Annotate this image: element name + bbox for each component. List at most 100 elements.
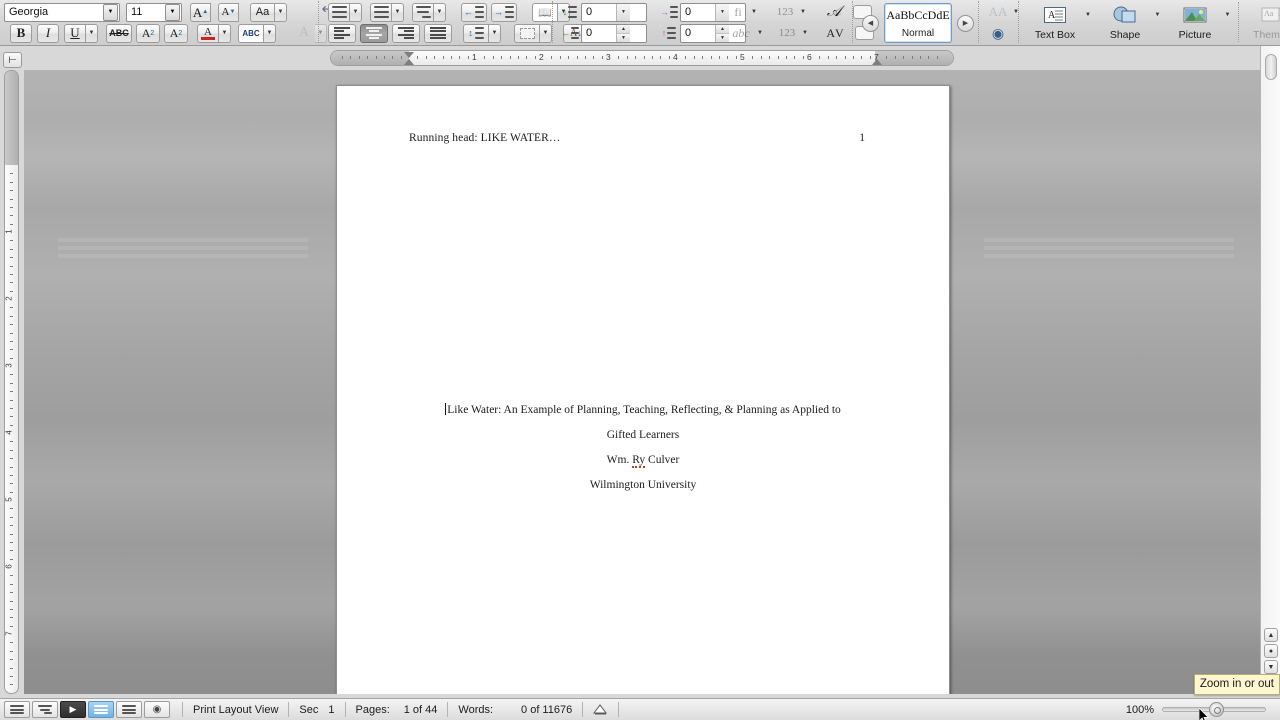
next-page-button[interactable]: ▼ [1264, 660, 1278, 674]
first-line-indent-marker[interactable] [404, 52, 414, 58]
style-normal-item[interactable]: AaBbCcDdE Normal [884, 3, 952, 43]
citation-group-row2: ◉ [986, 22, 1011, 44]
wordart-dropdown-arrow[interactable]: ▼ [1010, 3, 1022, 22]
themes-label: Themes [1253, 29, 1280, 41]
shading-dropdown-arrow[interactable]: ▼ [540, 23, 552, 43]
text-effects-button[interactable]: A [293, 24, 315, 43]
multilevel-list-button[interactable] [412, 2, 434, 22]
multilevel-list-dropdown-arrow[interactable]: ▼ [434, 2, 446, 22]
numbering-dropdown-arrow[interactable]: ▼ [392, 2, 404, 22]
styles-prev-button[interactable]: ◀ [862, 14, 879, 32]
underline-button[interactable]: U [64, 23, 86, 43]
zoom-slider-thumb[interactable] [1209, 702, 1224, 717]
shrink-font-button[interactable]: A ▼ [218, 2, 239, 22]
numbering-button[interactable] [370, 2, 392, 22]
increase-indent-button[interactable]: → [491, 2, 517, 22]
pages-label: Pages: [355, 703, 390, 716]
font-color-button[interactable]: A [197, 23, 219, 43]
align-justify-button[interactable] [424, 23, 452, 43]
title-line-2: Gifted Learners [606, 429, 680, 441]
line-spacing-button[interactable]: ↕ [463, 23, 489, 43]
paragraph-group-row2: ↕ ▼ ▼ A↓ [328, 22, 590, 44]
grow-font-button[interactable]: A ▲ [190, 2, 211, 22]
outline-view-button[interactable] [32, 701, 58, 718]
change-case-button[interactable]: Aa ▼ [250, 2, 287, 22]
align-center-button[interactable] [360, 23, 388, 43]
ligatures-dropdown-arrow[interactable]: ▼ [748, 3, 760, 22]
highlight-dropdown-arrow[interactable]: ▼ [264, 23, 276, 43]
notebook-layout-view-button[interactable] [116, 701, 142, 718]
spelling-and-grammar-icon[interactable] [583, 699, 618, 720]
number-forms-button[interactable]: 123 [773, 3, 797, 22]
align-right-button[interactable] [392, 23, 420, 43]
subscript-button[interactable]: A2 [164, 23, 188, 43]
stylistic-sets-button[interactable]: 𝒜 [822, 3, 846, 22]
previous-page-button[interactable]: ▲ [1264, 628, 1278, 642]
text-box-dropdown-arrow[interactable]: ▼ [1082, 6, 1094, 23]
italic-button[interactable]: I [37, 23, 59, 43]
tab-stop-icon: ⊢ [8, 54, 17, 66]
small-caps-button[interactable]: abc [728, 24, 754, 43]
font-size-dropdown-arrow[interactable]: ▼ [165, 3, 180, 21]
indent-left-icon: ← [560, 24, 580, 43]
spacing-before-value: 0 [586, 6, 593, 18]
styles-next-button[interactable]: ▶ [957, 14, 974, 32]
draft-view-button[interactable] [4, 701, 30, 718]
strikethrough-button[interactable]: ABC [106, 23, 132, 43]
ligatures-button[interactable]: fi [728, 3, 748, 22]
citations-button[interactable]: ◉ [986, 24, 1010, 43]
indent-left-spinner[interactable]: 0 ▲ ▼ [581, 23, 647, 43]
decrease-indent-button[interactable]: ← [461, 2, 487, 22]
shape-dropdown-arrow[interactable]: ▼ [1152, 6, 1164, 23]
vertical-ruler[interactable]: 1 2 3 4 5 6 7 [4, 70, 19, 694]
ruler-number: 2 [539, 52, 544, 62]
font-color-dropdown-arrow[interactable]: ▼ [219, 23, 231, 43]
right-indent-marker[interactable] [872, 59, 882, 65]
line-spacing-dropdown-arrow[interactable]: ▼ [489, 23, 501, 43]
horizontal-ruler[interactable]: 1234567 [330, 50, 954, 66]
document-page-1[interactable]: Running head: LIKE WATER… 1 Like Water: … [336, 85, 950, 694]
spacing-before-icon: ↓ [560, 3, 580, 22]
change-case-dropdown-arrow[interactable]: ▼ [275, 2, 287, 22]
font-name-combo[interactable]: Georgia ▼ [4, 2, 120, 22]
bg-artifact [984, 246, 1234, 250]
bullets-dropdown-arrow[interactable]: ▼ [350, 2, 362, 22]
zoom-slider-track[interactable] [1162, 702, 1266, 717]
kerning-button[interactable]: AV [822, 24, 848, 43]
document-workspace[interactable]: Running head: LIKE WATER… 1 Like Water: … [24, 70, 1260, 694]
font-name-dropdown-arrow[interactable]: ▼ [103, 3, 118, 21]
font-size-value: 11 [131, 6, 143, 18]
old-style-figures-dropdown-arrow[interactable]: ▼ [799, 24, 811, 43]
picture-button[interactable]: Picture [1168, 2, 1222, 41]
full-screen-view-button[interactable]: ◉ [144, 701, 170, 718]
small-caps-dropdown-arrow[interactable]: ▼ [754, 24, 766, 43]
spacing-before-spinner[interactable]: 0 ▼ [581, 2, 647, 22]
text-box-label: Text Box [1034, 29, 1076, 41]
select-browse-object-button[interactable]: ● [1264, 644, 1278, 658]
left-indent-marker[interactable] [404, 59, 414, 65]
picture-dropdown-arrow[interactable]: ▼ [1222, 6, 1234, 23]
wordart-button[interactable]: AA [986, 3, 1010, 22]
superscript-button[interactable]: A2 [136, 23, 160, 43]
title-block[interactable]: Like Water: An Example of Planning, Teac… [337, 398, 949, 498]
font-size-combo[interactable]: 11 ▼ [126, 2, 182, 22]
align-left-button[interactable] [328, 23, 356, 43]
vertical-scrollbar-thumb[interactable] [1265, 54, 1277, 80]
text-effects-dropdown-arrow[interactable]: ▼ [315, 23, 327, 43]
bold-button[interactable]: B [10, 23, 32, 43]
print-layout-view-button[interactable] [88, 701, 114, 718]
shading-button[interactable] [514, 23, 540, 43]
underline-dropdown-arrow[interactable]: ▼ [86, 23, 98, 43]
vertical-scrollbar[interactable]: ▲ ● ▼ [1260, 46, 1280, 678]
old-style-figures-button[interactable]: 123 [775, 24, 799, 43]
text-box-button[interactable]: A Text Box [1028, 2, 1082, 41]
borders-button[interactable]: 📖 [532, 2, 558, 22]
themes-button[interactable]: Aa Themes [1245, 2, 1280, 41]
number-forms-dropdown-arrow[interactable]: ▼ [797, 3, 809, 22]
font-group-row1: Georgia ▼ 11 ▼ A ▲ A ▼ Aa ▼ ↰ [4, 1, 339, 23]
publishing-layout-view-button[interactable]: ▶ [60, 701, 86, 718]
highlight-button[interactable]: ABC [238, 23, 264, 43]
shape-button[interactable]: Shape [1098, 2, 1152, 41]
tab-stop-selector[interactable]: ⊢ [3, 52, 22, 68]
bullets-button[interactable] [328, 2, 350, 22]
